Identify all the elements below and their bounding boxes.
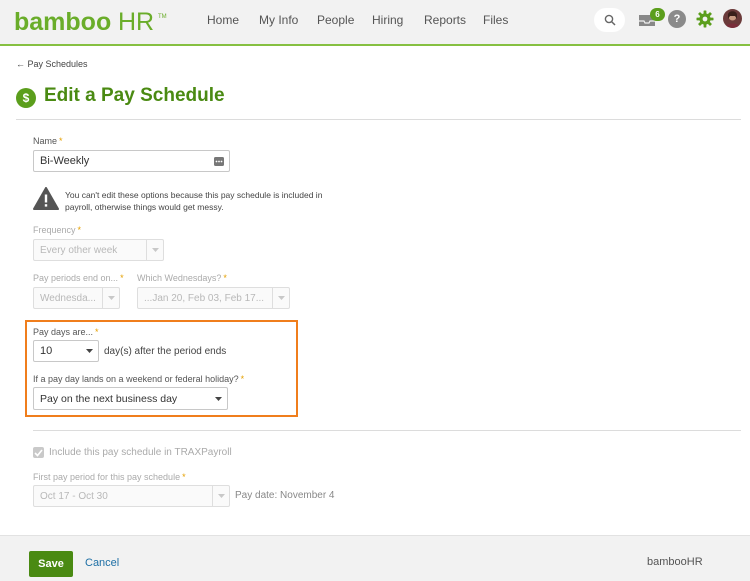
nav-hiring[interactable]: Hiring xyxy=(372,13,403,27)
inbox-count-badge: 6 xyxy=(650,8,665,21)
pay-periods-end-select: Wednesda... xyxy=(33,287,120,309)
holiday-label: If a pay day lands on a weekend or feder… xyxy=(33,374,245,384)
first-period-label: First pay period for this pay schedule * xyxy=(33,472,186,482)
section-divider xyxy=(33,430,741,431)
help-icon: ? xyxy=(673,13,681,25)
nav-people[interactable]: People xyxy=(317,13,354,27)
avatar-image xyxy=(725,11,740,28)
frequency-select: Every other week xyxy=(33,239,164,261)
name-input[interactable]: Bi-Weekly xyxy=(33,150,230,172)
pay-days-label: Pay days are... * xyxy=(33,327,99,337)
chevron-down-icon xyxy=(81,341,98,361)
footer-bamboohr-logo: bambooHR xyxy=(647,556,703,568)
avatar[interactable] xyxy=(723,9,742,28)
pay-date-text: Pay date: November 4 xyxy=(235,490,335,501)
settings-button[interactable] xyxy=(695,9,715,29)
page-title: Edit a Pay Schedule xyxy=(44,85,225,106)
cancel-link[interactable]: Cancel xyxy=(85,557,119,569)
first-period-select: Oct 17 - Oct 30 xyxy=(33,485,230,507)
chevron-down-icon xyxy=(102,288,119,308)
svg-text:TM: TM xyxy=(158,14,167,20)
svg-text:HR: HR xyxy=(118,8,154,36)
nav-reports[interactable]: Reports xyxy=(424,13,466,27)
pay-periods-end-label: Pay periods end on... * xyxy=(33,273,124,283)
nav-home[interactable]: Home xyxy=(207,13,239,27)
trax-checkbox xyxy=(33,447,44,458)
pay-days-select[interactable]: 10 xyxy=(33,340,99,362)
search-icon xyxy=(604,14,616,26)
trax-checkbox-label: Include this pay schedule in TRAXPayroll xyxy=(49,447,232,458)
chevron-down-icon xyxy=(210,388,227,409)
help-button[interactable]: ? xyxy=(668,10,686,28)
breadcrumb-pay-schedules[interactable]: ← Pay Schedules xyxy=(16,59,88,69)
svg-text:bamboo: bamboo xyxy=(14,8,111,36)
save-button[interactable]: Save xyxy=(29,551,73,577)
name-label: Name * xyxy=(33,136,63,146)
nav-my-info[interactable]: My Info xyxy=(259,13,298,27)
chevron-down-icon xyxy=(212,486,229,506)
gear-icon xyxy=(696,10,714,28)
warning-icon xyxy=(33,187,59,210)
holiday-select[interactable]: Pay on the next business day xyxy=(33,387,228,410)
title-divider xyxy=(16,119,741,120)
nav-files[interactable]: Files xyxy=(483,13,508,27)
bamboohr-logo[interactable]: bamboo HR TM xyxy=(14,8,174,36)
password-manager-icon[interactable] xyxy=(214,157,224,166)
frequency-label: Frequency * xyxy=(33,225,82,235)
chevron-down-icon xyxy=(272,288,289,308)
warning-message: You can't edit these options because thi… xyxy=(65,190,323,212)
dollar-icon: $ xyxy=(16,88,36,108)
checkmark-icon xyxy=(34,448,43,457)
which-wednesdays-select: ...Jan 20, Feb 03, Feb 17... xyxy=(137,287,290,309)
chevron-down-icon xyxy=(146,240,163,260)
which-wednesdays-label: Which Wednesdays? * xyxy=(137,273,227,283)
pay-days-suffix: day(s) after the period ends xyxy=(104,346,227,357)
search-button[interactable] xyxy=(594,8,625,32)
